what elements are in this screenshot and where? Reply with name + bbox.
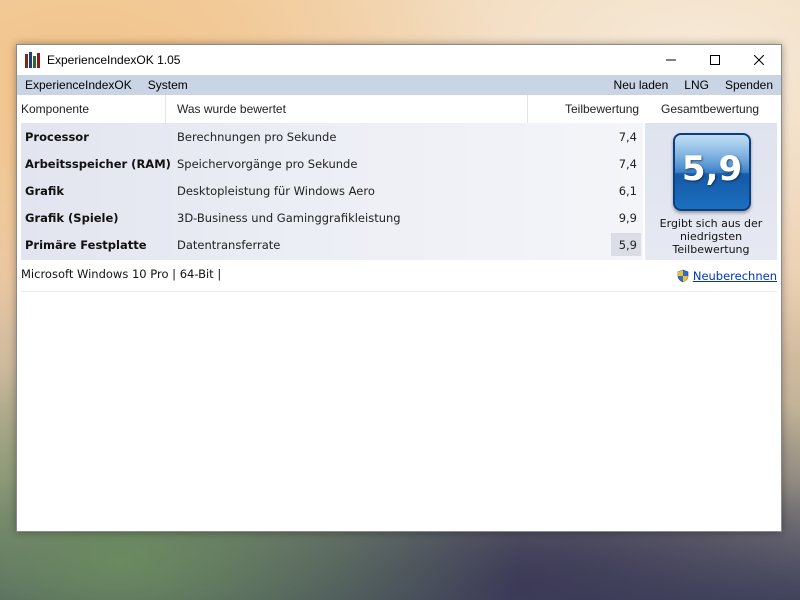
menu-neu-laden[interactable]: Neu laden [614,78,669,92]
window-title: ExperienceIndexOK 1.05 [47,53,181,67]
row-description: Speichervorgänge pro Sekunde [177,157,358,171]
maximize-icon [710,55,720,65]
menu-lng[interactable]: LNG [684,78,709,92]
row-component: Processor [25,130,89,144]
header-component[interactable]: Komponente [21,102,89,116]
header-total[interactable]: Gesamtbewertung [661,102,759,116]
menu-experienceindexok[interactable]: ExperienceIndexOK [25,78,132,92]
content-divider [21,291,777,292]
row-score: 9,9 [618,211,637,225]
header-divider[interactable] [527,95,528,123]
total-score-caption: Ergibt sich aus der niedrigsten Teilbewe… [659,217,763,256]
column-header: Komponente Was wurde bewertet Teilbewert… [17,95,781,123]
table-row[interactable]: Grafik (Spiele) 3D-Business und Gaminggr… [17,204,643,231]
table-row[interactable]: Arbeitsspeicher (RAM) Speichervorgänge p… [17,150,643,177]
row-score: 5,9 [618,238,637,252]
table-row[interactable]: Processor Berechnungen pro Sekunde 7,4 [17,123,643,150]
row-component: Primäre Festplatte [25,238,147,252]
close-icon [754,55,764,65]
row-score: 7,4 [618,157,637,171]
header-rated[interactable]: Was wurde bewertet [177,102,286,116]
app-books-icon [25,52,41,68]
table-row-lowest[interactable]: Primäre Festplatte Datentransferrate 5,9 [17,231,643,258]
title-bar[interactable]: ExperienceIndexOK 1.05 [17,45,781,75]
header-subscore[interactable]: Teilbewertung [565,102,639,116]
row-description: Berechnungen pro Sekunde [177,130,337,144]
system-info: Microsoft Windows 10 Pro | 64-Bit | [21,267,222,281]
row-description: 3D-Business und Gaminggrafikleistung [177,211,401,225]
menu-spenden[interactable]: Spenden [725,78,773,92]
header-divider[interactable] [165,95,166,123]
menu-bar: ExperienceIndexOK System Neu laden LNG S… [17,75,781,95]
row-component: Grafik [25,184,65,198]
maximize-button[interactable] [693,45,737,75]
close-button[interactable] [737,45,781,75]
app-window: ExperienceIndexOK 1.05 ExperienceIndexOK… [16,44,782,532]
row-component: Grafik (Spiele) [25,211,119,225]
row-score: 6,1 [618,184,637,198]
menu-system[interactable]: System [148,78,188,92]
row-description: Datentransferrate [177,238,281,252]
minimize-button[interactable] [649,45,693,75]
row-score: 7,4 [618,130,637,144]
minimize-icon [666,59,676,61]
total-score-panel: 5,9 Ergibt sich aus der niedrigsten Teil… [645,123,777,260]
uac-shield-icon [677,269,689,283]
row-component: Arbeitsspeicher (RAM) [25,157,171,171]
main-content: Komponente Was wurde bewertet Teilbewert… [17,95,781,531]
recalculate-link[interactable]: Neuberechnen [693,269,777,283]
row-description: Desktopleistung für Windows Aero [177,184,375,198]
total-score-badge: 5,9 [673,133,751,211]
table-row[interactable]: Grafik Desktopleistung für Windows Aero … [17,177,643,204]
total-score-value: 5,9 [681,149,743,189]
recalc-link-group[interactable]: Neuberechnen [676,269,777,283]
